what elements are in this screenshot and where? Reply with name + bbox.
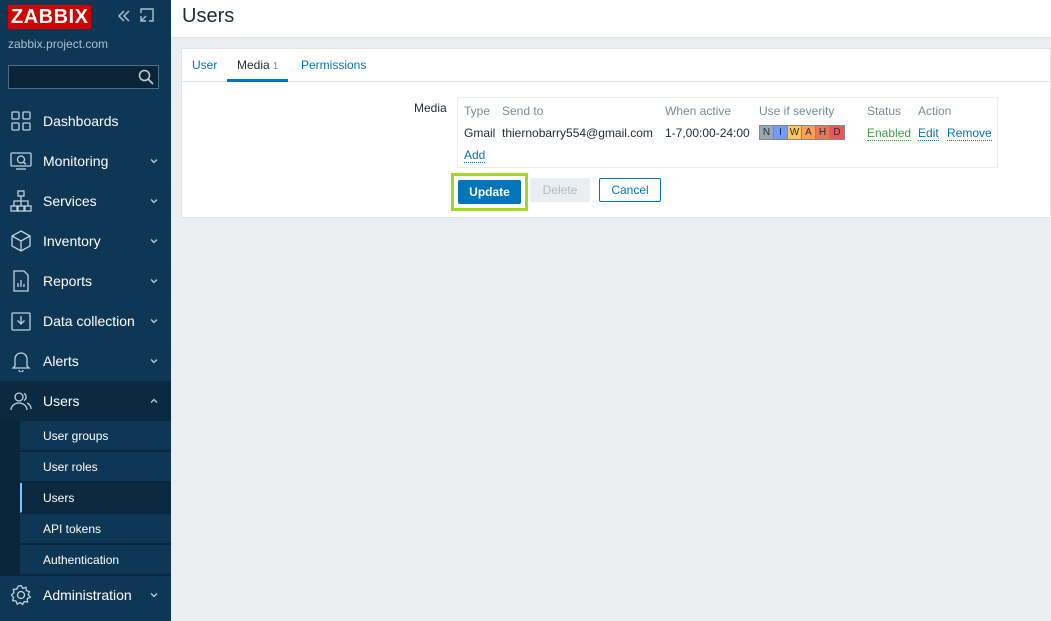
services-icon [10, 190, 32, 212]
update-highlight: Update [451, 173, 528, 211]
chevron-down-icon [149, 235, 159, 245]
server-name: zabbix.project.com [8, 37, 109, 51]
severity-average: A [802, 126, 816, 139]
tab-user[interactable]: User [192, 58, 217, 82]
page-header: Users [171, 0, 1051, 38]
submenu-label: Users [43, 491, 75, 505]
column-header: When active [665, 104, 732, 118]
column-header: Send to [502, 104, 544, 118]
cancel-button[interactable]: Cancel [599, 178, 661, 202]
nav-users[interactable]: Users [0, 381, 171, 421]
severity-indicator: N I W A H D [759, 125, 845, 140]
chevron-down-icon [149, 355, 159, 365]
update-button[interactable]: Update [458, 180, 521, 204]
tab-label: Permissions [301, 58, 367, 72]
severity-high: H [816, 126, 830, 139]
severity-not-classified: N [760, 126, 774, 139]
nav-label: Users [43, 393, 80, 409]
submenu-label: User roles [43, 460, 98, 474]
users-submenu: User groups User roles Users API tokens … [0, 421, 171, 576]
chevron-down-icon [149, 275, 159, 285]
media-label: Media [414, 101, 447, 115]
nav-alerts[interactable]: Alerts [0, 341, 171, 381]
collapse-sidebar-icon[interactable] [116, 8, 130, 24]
remove-media-link[interactable]: Remove [947, 126, 992, 141]
delete-button: Delete [530, 178, 590, 202]
chevron-down-icon [149, 589, 159, 599]
nav-services[interactable]: Services [0, 181, 171, 221]
search-icon[interactable] [138, 69, 154, 85]
nav-label: Administration [43, 587, 132, 603]
submenu-users[interactable]: Users [20, 483, 171, 513]
data-collection-icon [10, 310, 32, 332]
submenu-user-roles[interactable]: User roles [20, 452, 171, 482]
nav-label: Alerts [43, 353, 79, 369]
submenu-label: API tokens [43, 522, 102, 536]
status-enabled-link[interactable]: Enabled [867, 126, 912, 141]
main-content: Users User Media 1 Permissions Media Type… [171, 0, 1051, 621]
action-cell: Edit Remove [918, 126, 992, 141]
submenu-label: User groups [43, 429, 109, 443]
users-icon [10, 390, 32, 412]
tabs: User Media 1 Permissions [182, 49, 1050, 82]
page-title: Users [182, 5, 235, 27]
inventory-icon [10, 230, 32, 252]
tab-label: User [192, 58, 218, 72]
column-header: Action [918, 104, 952, 118]
search-box [8, 65, 159, 89]
column-header: Use if severity [759, 104, 835, 118]
nav-label: Dashboards [43, 113, 119, 129]
tab-permissions[interactable]: Permissions [301, 58, 366, 82]
media-count-badge: 1 [272, 61, 279, 72]
column-header: Type [464, 104, 491, 118]
nav-label: Services [43, 193, 97, 209]
add-media-link[interactable]: Add [464, 148, 486, 163]
edit-media-link[interactable]: Edit [918, 126, 939, 141]
submenu-label: Authentication [43, 553, 120, 567]
gear-icon [10, 584, 32, 606]
search-input[interactable] [9, 66, 134, 88]
kiosk-mode-icon[interactable] [140, 8, 154, 24]
sidebar: ZABBIX zabbix.project.com Dashboards Mon… [0, 0, 171, 621]
severity-information: I [774, 126, 788, 139]
chevron-up-icon [149, 395, 159, 405]
tab-label: Media [237, 58, 270, 72]
bell-icon [10, 350, 32, 373]
zabbix-logo[interactable]: ZABBIX [8, 5, 92, 29]
nav-label: Inventory [43, 233, 101, 249]
dashboards-icon [10, 110, 32, 132]
reports-icon [10, 270, 32, 292]
chevron-down-icon [149, 315, 159, 325]
submenu-authentication[interactable]: Authentication [20, 545, 171, 575]
status-cell: Enabled [867, 126, 912, 141]
nav-reports[interactable]: Reports [0, 261, 171, 301]
media-send-to: thiernobarry554@gmail.com [502, 126, 653, 140]
media-table: Type Send to When active Use if severity… [457, 97, 998, 168]
nav-data-collection[interactable]: Data collection [0, 301, 171, 341]
media-type: Gmail [464, 126, 496, 140]
chevron-down-icon [149, 195, 159, 205]
add-cell: Add [464, 148, 486, 163]
user-form-card: User Media 1 Permissions Media Type Send … [181, 48, 1051, 218]
nav-inventory[interactable]: Inventory [0, 221, 171, 261]
nav-label: Monitoring [43, 153, 109, 169]
submenu-api-tokens[interactable]: API tokens [20, 514, 171, 544]
severity-disaster: D [830, 126, 844, 139]
chevron-down-icon [149, 155, 159, 165]
monitoring-icon [10, 150, 32, 172]
nav-dashboards[interactable]: Dashboards [0, 101, 171, 141]
nav-label: Reports [43, 273, 93, 289]
nav-administration[interactable]: Administration [0, 575, 171, 615]
media-when-active: 1-7,00:00-24:00 [665, 126, 750, 140]
tab-media[interactable]: Media 1 [227, 58, 289, 82]
submenu-user-groups[interactable]: User groups [20, 421, 171, 451]
column-header: Status [867, 104, 902, 118]
severity-warning: W [788, 126, 802, 139]
nav-label: Data collection [43, 313, 135, 329]
nav-monitoring[interactable]: Monitoring [0, 141, 171, 181]
